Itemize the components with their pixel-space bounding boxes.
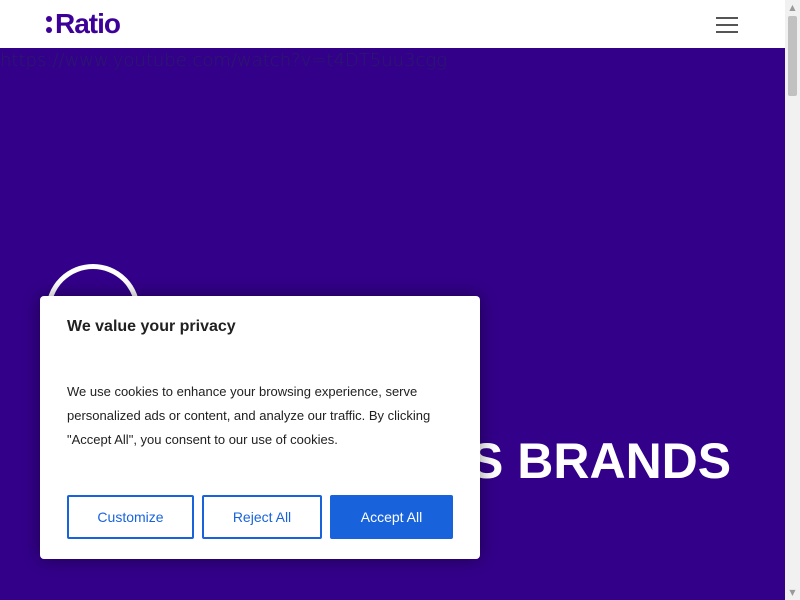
- page-scrollbar[interactable]: ▲ ▼: [785, 0, 800, 600]
- hamburger-menu-icon: [716, 17, 738, 19]
- hero-headline: S BRANDS: [470, 433, 732, 489]
- customize-button[interactable]: Customize: [67, 495, 194, 539]
- scroll-down-arrow-icon[interactable]: ▼: [785, 585, 800, 600]
- ratio-logo[interactable]: Ratio: [46, 8, 121, 40]
- cookie-description: We use cookies to enhance your browsing …: [67, 384, 431, 447]
- accept-all-button[interactable]: Accept All: [330, 495, 453, 539]
- site-header: Ratio: [0, 0, 785, 48]
- reject-all-button[interactable]: Reject All: [202, 495, 322, 539]
- logo-text: Ratio: [55, 8, 121, 39]
- cookie-consent-modal: We value your privacy We use cookies to …: [40, 296, 480, 559]
- hamburger-menu-button[interactable]: [712, 13, 742, 37]
- cookie-title: We value your privacy: [67, 318, 236, 335]
- logo-dots-icon: [46, 15, 52, 33]
- scrollbar-thumb[interactable]: [788, 16, 797, 96]
- video-url-text: https://www.youtube.com/watch?v=t4DT5uu3…: [0, 50, 448, 71]
- scroll-up-arrow-icon[interactable]: ▲: [785, 0, 800, 15]
